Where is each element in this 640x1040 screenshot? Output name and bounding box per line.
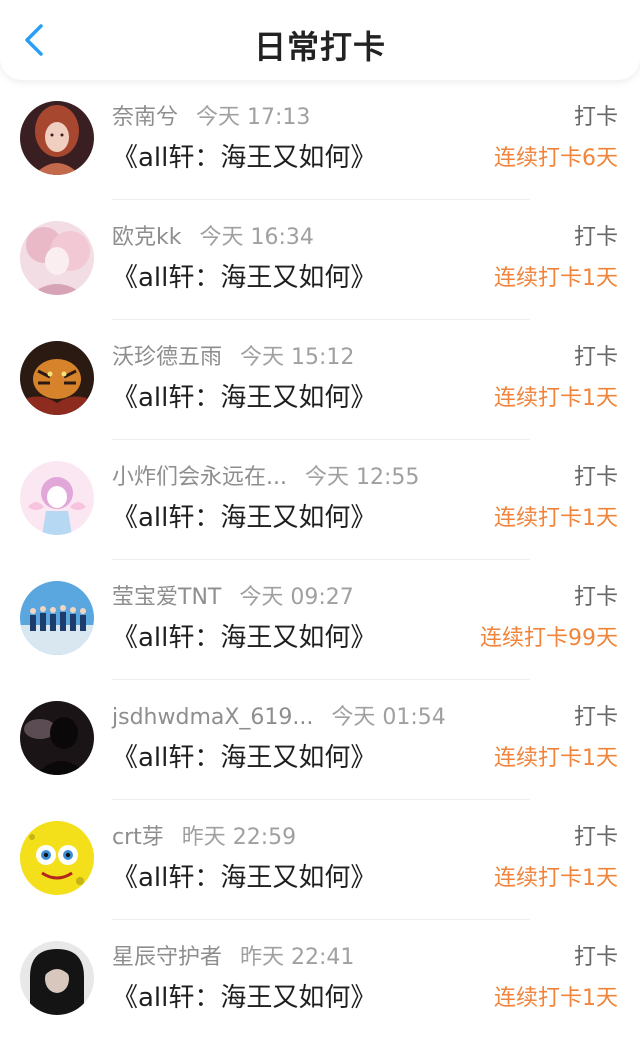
checkin-label: 打卡 xyxy=(573,825,618,850)
book-title[interactable]: 《all轩：海王又如何》 xyxy=(112,380,376,416)
entry-meta: 奈南兮 今天 17:13 xyxy=(112,102,310,134)
checkin-label: 打卡 xyxy=(573,225,618,250)
user-name[interactable]: 欧克kk xyxy=(112,225,181,250)
streak-label: 连续打卡1天 xyxy=(494,506,618,531)
entry-time: 昨天 22:59 xyxy=(181,825,297,850)
entry-meta: jsdhwdmaX_619... 今天 01:54 xyxy=(112,702,446,734)
user-name[interactable]: crt芽 xyxy=(112,825,164,850)
entry-time: 今天 12:55 xyxy=(304,465,420,490)
avatar[interactable] xyxy=(20,341,94,415)
list-item[interactable]: 小炸们会永远在... 今天 12:55 《all轩：海王又如何》 打卡 连续打卡1… xyxy=(0,440,640,560)
avatar[interactable] xyxy=(20,941,94,1015)
entry-time: 今天 16:34 xyxy=(199,225,314,250)
entry-time: 今天 09:27 xyxy=(239,585,354,610)
book-title[interactable]: 《all轩：海王又如何》 xyxy=(112,740,376,776)
list-item[interactable]: 莹宝爱TNT 今天 09:27 《all轩：海王又如何》 打卡 连续打卡99天 xyxy=(0,560,640,680)
user-name[interactable]: jsdhwdmaX_619... xyxy=(112,705,313,730)
user-name[interactable]: 沃珍德五雨 xyxy=(112,345,222,370)
back-button[interactable] xyxy=(14,20,54,60)
avatar[interactable] xyxy=(20,221,94,295)
user-name[interactable]: 星辰守护者 xyxy=(112,945,222,970)
avatar[interactable] xyxy=(20,821,94,895)
checkin-list: 奈南兮 今天 17:13 《all轩：海王又如何》 打卡 连续打卡6天 欧克kk 今… xyxy=(0,80,640,1040)
entry-time: 昨天 22:41 xyxy=(240,945,355,970)
entry-meta: crt芽 昨天 22:59 xyxy=(112,822,296,854)
entry-time: 今天 01:54 xyxy=(331,705,446,730)
streak-label: 连续打卡1天 xyxy=(494,386,618,411)
checkin-label: 打卡 xyxy=(573,705,618,730)
entry-meta: 欧克kk 今天 16:34 xyxy=(112,222,314,254)
entry-time: 今天 17:13 xyxy=(196,105,311,130)
user-name[interactable]: 莹宝爱TNT xyxy=(112,585,221,610)
checkin-label: 打卡 xyxy=(573,345,618,370)
user-name[interactable]: 小炸们会永远在... xyxy=(112,465,287,490)
entry-meta: 小炸们会永远在... 今天 12:55 xyxy=(112,462,419,494)
avatar[interactable] xyxy=(20,701,94,775)
book-title[interactable]: 《all轩：海王又如何》 xyxy=(112,500,376,536)
checkin-label: 打卡 xyxy=(573,945,618,970)
checkin-label: 打卡 xyxy=(573,585,618,610)
streak-label: 连续打卡1天 xyxy=(494,986,618,1011)
checkin-label: 打卡 xyxy=(573,465,618,490)
streak-label: 连续打卡99天 xyxy=(480,626,618,651)
book-title[interactable]: 《all轩：海王又如何》 xyxy=(112,980,376,1016)
streak-label: 连续打卡1天 xyxy=(494,266,618,291)
avatar[interactable] xyxy=(20,101,94,175)
avatar[interactable] xyxy=(20,461,94,535)
streak-label: 连续打卡1天 xyxy=(494,866,618,891)
page-title: 日常打卡 xyxy=(253,28,386,66)
entry-meta: 沃珍德五雨 今天 15:12 xyxy=(112,342,354,374)
list-item[interactable]: crt芽 昨天 22:59 《all轩：海王又如何》 打卡 连续打卡1天 xyxy=(0,800,640,920)
streak-label: 连续打卡6天 xyxy=(494,146,618,171)
entry-time: 今天 15:12 xyxy=(240,345,355,370)
entry-meta: 莹宝爱TNT 今天 09:27 xyxy=(112,582,354,614)
book-title[interactable]: 《all轩：海王又如何》 xyxy=(112,620,376,656)
checkin-label: 打卡 xyxy=(573,105,618,130)
list-item[interactable]: 沃珍德五雨 今天 15:12 《all轩：海王又如何》 打卡 连续打卡1天 xyxy=(0,320,640,440)
list-item[interactable]: jsdhwdmaX_619... 今天 01:54 《all轩：海王又如何》 打卡… xyxy=(0,680,640,800)
book-title[interactable]: 《all轩：海王又如何》 xyxy=(112,860,376,896)
avatar[interactable] xyxy=(20,581,94,655)
book-title[interactable]: 《all轩：海王又如何》 xyxy=(112,260,376,296)
list-item[interactable]: 奈南兮 今天 17:13 《all轩：海王又如何》 打卡 连续打卡6天 xyxy=(0,80,640,200)
list-item[interactable]: 星辰守护者 昨天 22:41 《all轩：海王又如何》 打卡 连续打卡1天 xyxy=(0,920,640,1040)
chevron-left-icon xyxy=(25,24,43,56)
header-bar: 日常打卡 xyxy=(0,0,640,80)
list-item[interactable]: 欧克kk 今天 16:34 《all轩：海王又如何》 打卡 连续打卡1天 xyxy=(0,200,640,320)
entry-meta: 星辰守护者 昨天 22:41 xyxy=(112,942,354,974)
user-name[interactable]: 奈南兮 xyxy=(112,105,178,130)
book-title[interactable]: 《all轩：海王又如何》 xyxy=(112,140,376,176)
streak-label: 连续打卡1天 xyxy=(494,746,618,771)
